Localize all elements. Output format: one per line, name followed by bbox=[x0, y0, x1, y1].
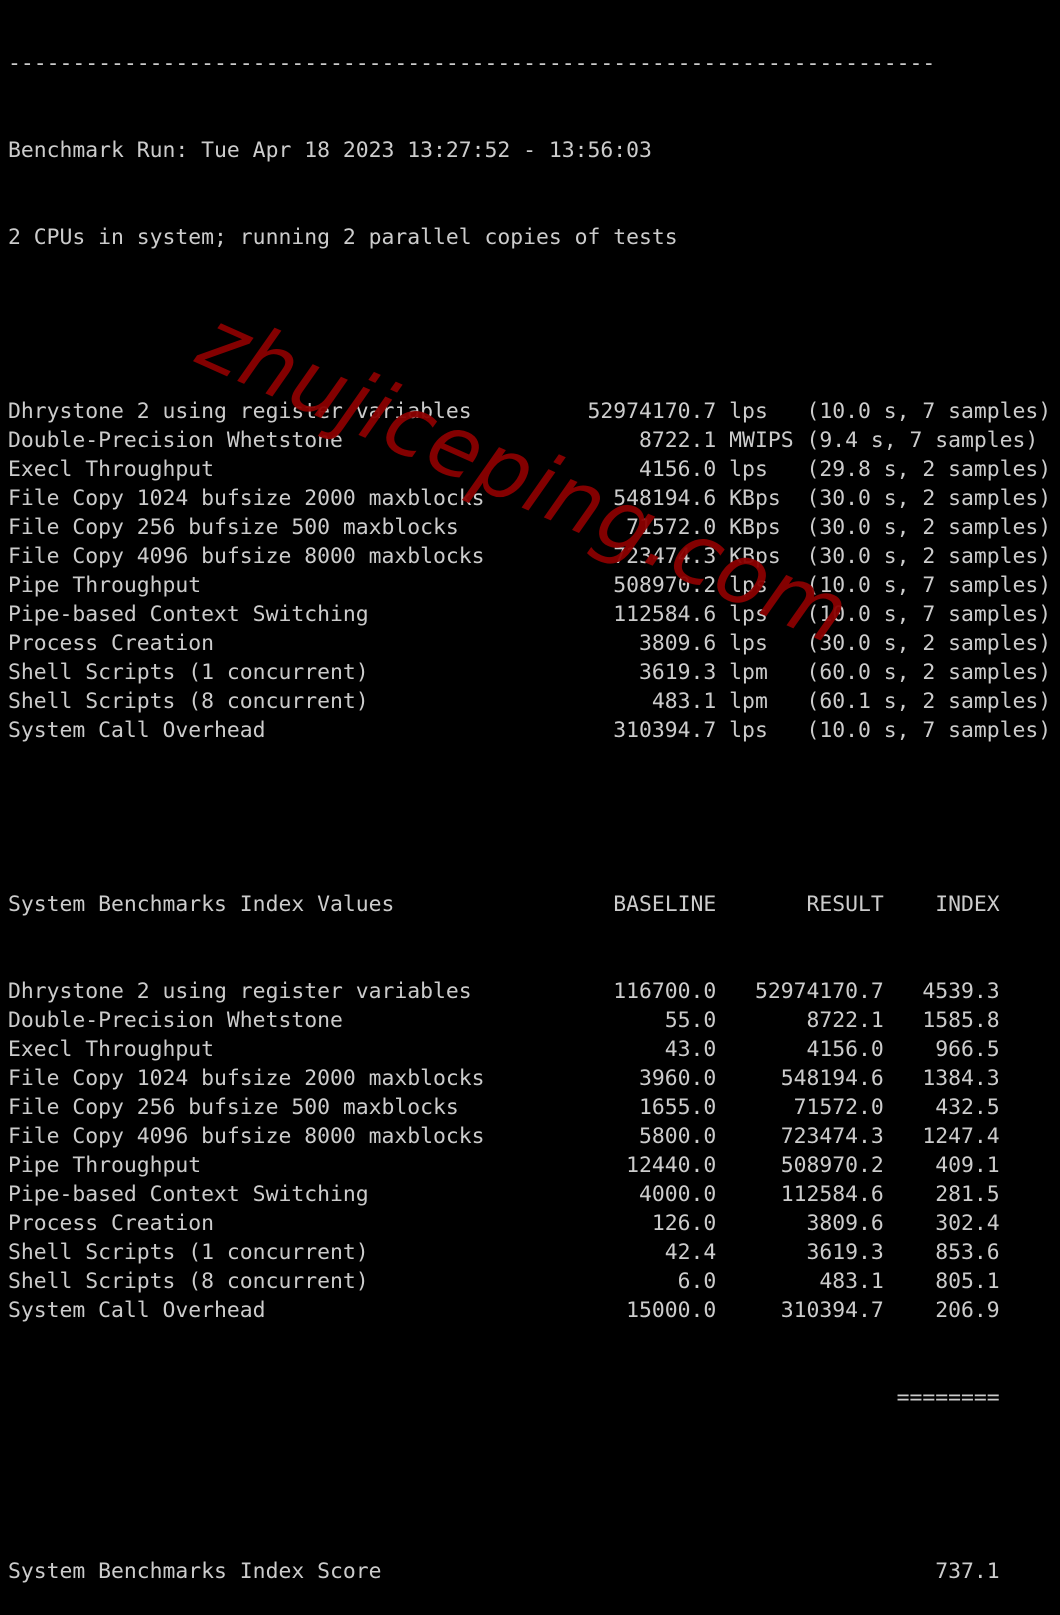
result-row: Execl Throughput 4156.0 lps (29.8 s, 2 s… bbox=[8, 457, 1052, 482]
results-block: Dhrystone 2 using register variables 529… bbox=[8, 397, 1051, 745]
index-row: Dhrystone 2 using register variables 116… bbox=[8, 979, 1000, 1004]
index-row: Shell Scripts (1 concurrent) 42.4 3619.3… bbox=[8, 1240, 1000, 1265]
index-header-line: System Benchmarks Index Values BASELINE … bbox=[8, 892, 1000, 917]
result-row: Dhrystone 2 using register variables 529… bbox=[8, 399, 1052, 424]
result-row: Shell Scripts (8 concurrent) 483.1 lpm (… bbox=[8, 689, 1052, 714]
benchmark-run-line: Benchmark Run: Tue Apr 18 2023 13:27:52 … bbox=[8, 138, 652, 163]
result-row: File Copy 1024 bufsize 2000 maxblocks 54… bbox=[8, 486, 1052, 511]
result-row: Double-Precision Whetstone 8722.1 MWIPS … bbox=[8, 428, 1039, 453]
result-row: Shell Scripts (1 concurrent) 3619.3 lpm … bbox=[8, 660, 1052, 685]
index-row: Pipe Throughput 12440.0 508970.2 409.1 bbox=[8, 1153, 1000, 1178]
index-row: Process Creation 126.0 3809.6 302.4 bbox=[8, 1211, 1000, 1236]
index-row: Execl Throughput 43.0 4156.0 966.5 bbox=[8, 1037, 1000, 1062]
result-row: File Copy 256 bufsize 500 maxblocks 7157… bbox=[8, 515, 1052, 540]
index-row: File Copy 256 bufsize 500 maxblocks 1655… bbox=[8, 1095, 1000, 1120]
index-score-line: System Benchmarks Index Score 737.1 bbox=[8, 1559, 1000, 1584]
index-row: File Copy 1024 bufsize 2000 maxblocks 39… bbox=[8, 1066, 1000, 1091]
separator-line: ----------------------------------------… bbox=[8, 51, 936, 76]
index-table: Dhrystone 2 using register variables 116… bbox=[8, 977, 1051, 1325]
index-rule-line: ======== bbox=[8, 1385, 1000, 1410]
index-row: Shell Scripts (8 concurrent) 6.0 483.1 8… bbox=[8, 1269, 1000, 1294]
result-row: Pipe-based Context Switching 112584.6 lp… bbox=[8, 602, 1052, 627]
result-row: Process Creation 3809.6 lps (30.0 s, 2 s… bbox=[8, 631, 1052, 656]
index-row: Double-Precision Whetstone 55.0 8722.1 1… bbox=[8, 1008, 1000, 1033]
index-row: System Call Overhead 15000.0 310394.7 20… bbox=[8, 1298, 1000, 1323]
result-row: Pipe Throughput 508970.2 lps (10.0 s, 7 … bbox=[8, 573, 1052, 598]
cpu-info-line: 2 CPUs in system; running 2 parallel cop… bbox=[8, 225, 678, 250]
index-row: File Copy 4096 bufsize 8000 maxblocks 58… bbox=[8, 1124, 1000, 1149]
result-row: System Call Overhead 310394.7 lps (10.0 … bbox=[8, 718, 1052, 743]
index-row: Pipe-based Context Switching 4000.0 1125… bbox=[8, 1182, 1000, 1207]
result-row: File Copy 4096 bufsize 8000 maxblocks 72… bbox=[8, 544, 1052, 569]
terminal-output: ----------------------------------------… bbox=[8, 0, 1051, 1615]
